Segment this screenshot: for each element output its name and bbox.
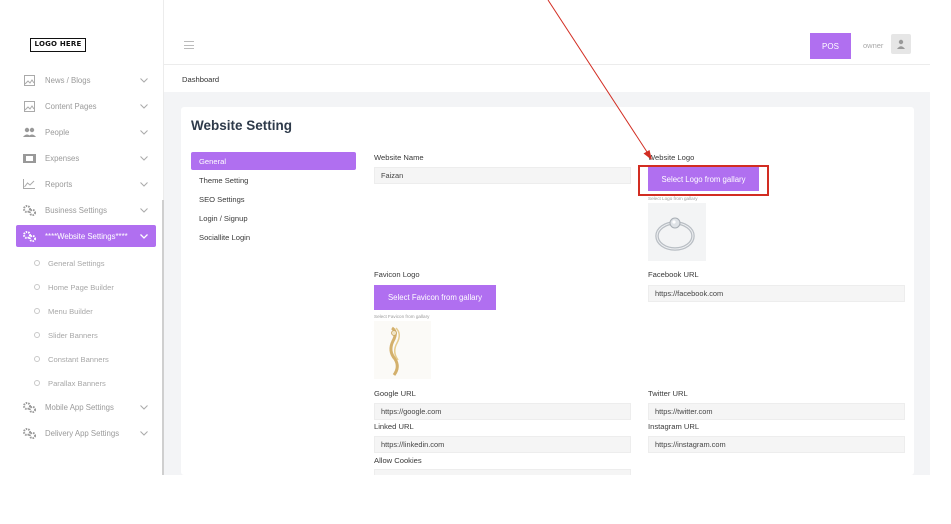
twitter-url-label: Twitter URL bbox=[648, 389, 688, 398]
submenu-label: Menu Builder bbox=[48, 306, 93, 316]
chevron-down-icon bbox=[138, 404, 150, 410]
top-header: POS owner bbox=[164, 26, 930, 65]
submenu-item-general-settings[interactable]: General Settings bbox=[34, 255, 105, 271]
gears-icon bbox=[22, 230, 36, 242]
chevron-down-icon bbox=[138, 129, 150, 135]
select-favicon-button[interactable]: Select Favicon from gallary bbox=[374, 285, 496, 310]
gears-icon bbox=[22, 204, 36, 216]
tab-general[interactable]: General bbox=[191, 152, 356, 170]
sidebar: LOGO HERE News / Blogs Content Pages Peo… bbox=[0, 0, 164, 475]
submenu-label: Home Page Builder bbox=[48, 282, 114, 292]
hamburger-menu-icon[interactable] bbox=[184, 41, 194, 49]
tab-seo-settings[interactable]: SEO Settings bbox=[191, 190, 356, 208]
circle-icon bbox=[34, 308, 40, 314]
pos-button[interactable]: POS bbox=[810, 33, 851, 59]
allow-cookies-label: Allow Cookies bbox=[374, 456, 422, 465]
sidebar-item-website-settings[interactable]: ****Website Settings**** bbox=[16, 225, 156, 247]
submenu-item-parallax-banners[interactable]: Parallax Banners bbox=[34, 375, 106, 391]
sidebar-item-label: Reports bbox=[45, 179, 73, 189]
chevron-down-icon bbox=[138, 181, 150, 187]
sidebar-item-label: Content Pages bbox=[45, 101, 97, 111]
sidebar-item-people[interactable]: People bbox=[16, 122, 156, 142]
people-icon bbox=[22, 126, 36, 138]
submenu-label: Slider Banners bbox=[48, 330, 98, 340]
circle-icon bbox=[34, 356, 40, 362]
user-name[interactable]: owner bbox=[863, 41, 883, 50]
twitter-url-input[interactable] bbox=[648, 403, 905, 420]
website-name-label: Website Name bbox=[374, 153, 424, 162]
submenu-item-home-page-builder[interactable]: Home Page Builder bbox=[34, 279, 114, 295]
website-logo-label: Website Logo bbox=[648, 153, 695, 162]
sidebar-item-news-blogs[interactable]: News / Blogs bbox=[16, 70, 156, 90]
instagram-url-input[interactable] bbox=[648, 436, 905, 453]
breadcrumb-bar: Dashboard bbox=[164, 66, 930, 92]
chevron-down-icon bbox=[138, 103, 150, 109]
sidebar-item-content-pages[interactable]: Content Pages bbox=[16, 96, 156, 116]
chevron-down-icon bbox=[138, 155, 150, 161]
sidebar-item-label: News / Blogs bbox=[45, 75, 91, 85]
submenu-item-slider-banners[interactable]: Slider Banners bbox=[34, 327, 98, 343]
facebook-url-label: Facebook URL bbox=[648, 270, 699, 279]
annotation-highlight-box bbox=[638, 165, 769, 196]
sidebar-item-mobile-app-settings[interactable]: Mobile App Settings bbox=[16, 397, 156, 417]
submenu-item-constant-banners[interactable]: Constant Banners bbox=[34, 351, 109, 367]
favicon-caption: Select Favicon from gallary bbox=[374, 314, 430, 319]
sidebar-item-label: Expenses bbox=[45, 153, 80, 163]
allow-cookies-field[interactable] bbox=[374, 469, 631, 475]
card-icon bbox=[22, 152, 36, 164]
circle-icon bbox=[34, 284, 40, 290]
instagram-url-label: Instagram URL bbox=[648, 422, 700, 431]
sidebar-item-reports[interactable]: Reports bbox=[16, 174, 156, 194]
chevron-down-icon bbox=[138, 207, 150, 213]
gears-icon bbox=[22, 401, 36, 413]
google-url-input[interactable] bbox=[374, 403, 631, 420]
breadcrumb[interactable]: Dashboard bbox=[182, 75, 219, 84]
chevron-down-icon bbox=[138, 233, 150, 239]
chart-icon bbox=[22, 178, 36, 190]
logo-preview-image bbox=[648, 203, 706, 261]
tab-sociallite-login[interactable]: Sociallite Login bbox=[191, 228, 356, 246]
favicon-logo-label: Favicon Logo bbox=[374, 270, 420, 279]
linked-url-label: Linked URL bbox=[374, 422, 414, 431]
sidebar-item-delivery-app-settings[interactable]: Delivery App Settings bbox=[16, 423, 156, 443]
chevron-down-icon bbox=[138, 430, 150, 436]
sidebar-item-label: ****Website Settings**** bbox=[45, 231, 128, 241]
sidebar-item-label: People bbox=[45, 127, 70, 137]
sidebar-item-label: Delivery App Settings bbox=[45, 428, 120, 438]
tab-theme-setting[interactable]: Theme Setting bbox=[191, 171, 356, 189]
avatar[interactable] bbox=[891, 34, 911, 54]
logo: LOGO HERE bbox=[30, 38, 86, 52]
website-name-input[interactable] bbox=[374, 167, 631, 184]
user-icon bbox=[897, 39, 905, 49]
linked-url-input[interactable] bbox=[374, 436, 631, 453]
sidebar-item-label: Mobile App Settings bbox=[45, 402, 114, 412]
google-url-label: Google URL bbox=[374, 389, 416, 398]
submenu-label: Constant Banners bbox=[48, 354, 109, 364]
circle-icon bbox=[34, 260, 40, 266]
submenu-item-menu-builder[interactable]: Menu Builder bbox=[34, 303, 93, 319]
tab-login-signup[interactable]: Login / Signup bbox=[191, 209, 356, 227]
logo-caption: Select Logo from gallary bbox=[648, 196, 698, 201]
chevron-down-icon bbox=[138, 77, 150, 83]
submenu-label: General Settings bbox=[48, 258, 105, 268]
image-icon bbox=[22, 100, 36, 112]
image-icon bbox=[22, 74, 36, 86]
sidebar-item-expenses[interactable]: Expenses bbox=[16, 148, 156, 168]
circle-icon bbox=[34, 332, 40, 338]
submenu-label: Parallax Banners bbox=[48, 378, 106, 388]
circle-icon bbox=[34, 380, 40, 386]
gears-icon bbox=[22, 427, 36, 439]
sidebar-item-business-settings[interactable]: Business Settings bbox=[16, 200, 156, 220]
sidebar-item-label: Business Settings bbox=[45, 205, 107, 215]
facebook-url-input[interactable] bbox=[648, 285, 905, 302]
page-title: Website Setting bbox=[191, 118, 293, 133]
favicon-preview-image bbox=[374, 321, 431, 379]
